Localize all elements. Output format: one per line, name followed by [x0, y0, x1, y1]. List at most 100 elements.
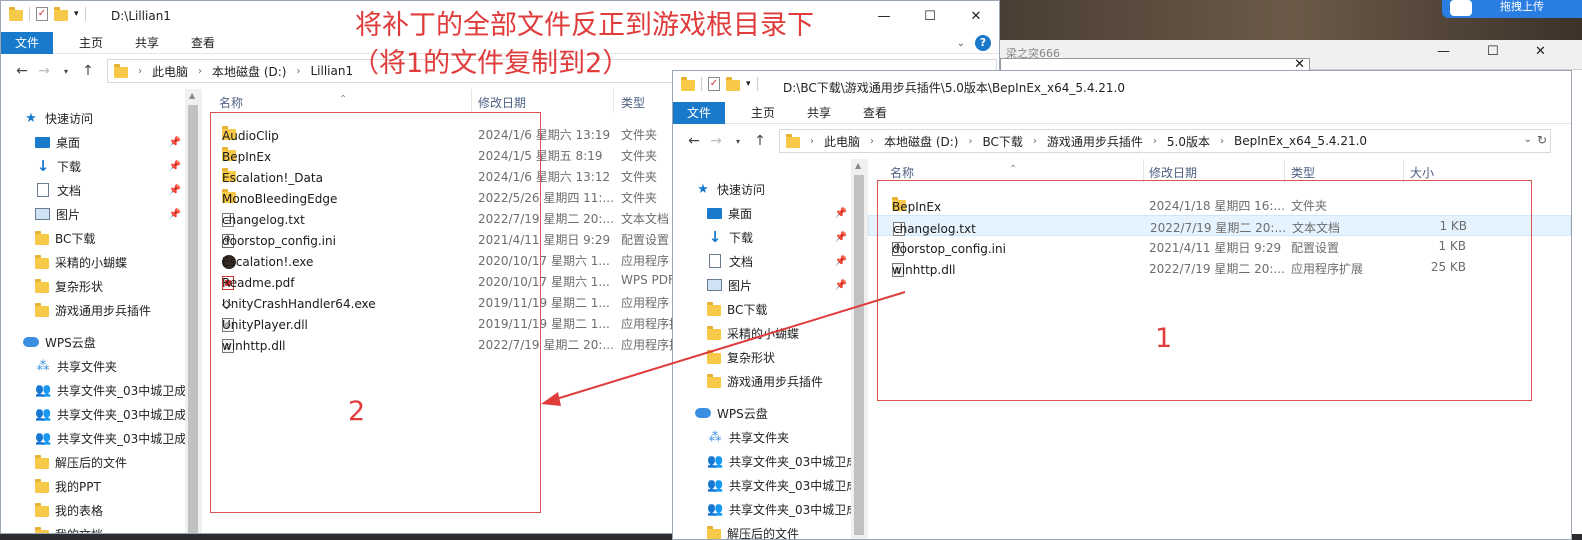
breadcrumb-drive-d[interactable]: 本地磁盘 (D:)	[212, 63, 286, 80]
sidebar-item[interactable]: 👥 共享文件夹_03中城卫成	[707, 497, 851, 521]
sidebar-item[interactable]: ⁂ 共享文件夹	[35, 354, 185, 378]
chevron-right-icon[interactable]: ›	[198, 66, 202, 77]
expand-ribbon-icon[interactable]: ⌄	[957, 38, 965, 49]
sidebar-item[interactable]: 我的PPT	[35, 474, 185, 498]
back-arrow-icon[interactable]: ←	[683, 133, 705, 149]
pin-icon[interactable]: 📌	[169, 161, 181, 172]
sidebar-item[interactable]: WPS云盘	[23, 330, 185, 354]
sidebar-item[interactable]: BC下载	[35, 226, 185, 250]
sidebar-item[interactable]: ★ 快速访问	[23, 106, 185, 130]
column-date[interactable]: 修改日期	[478, 94, 526, 111]
chevron-right-icon[interactable]: ›	[968, 136, 972, 147]
sidebar-item[interactable]: 我的表格	[35, 498, 185, 522]
sidebar-item[interactable]: 复杂形状	[35, 274, 185, 298]
pin-icon[interactable]: 📌	[835, 280, 847, 291]
upload-button[interactable]: 拖拽上传	[1442, 0, 1582, 18]
column-date[interactable]: 修改日期	[1149, 164, 1197, 181]
tab-home[interactable]: 主页	[725, 102, 791, 124]
breadcrumb-this-pc[interactable]: 此电脑	[824, 133, 860, 150]
recent-dropdown-icon[interactable]: ▾	[727, 137, 749, 146]
sidebar-item[interactable]: 👥 共享文件夹_03中城卫成	[707, 449, 851, 473]
sidebar-item[interactable]: 👥 共享文件夹_03中城卫成	[35, 426, 185, 450]
pin-icon[interactable]: 📌	[169, 185, 181, 196]
scrollbar-thumb[interactable]	[188, 105, 198, 533]
sidebar-item[interactable]: 文档 📌	[707, 249, 851, 273]
recent-dropdown-icon[interactable]: ▾	[55, 67, 77, 76]
address-dropdown-icon[interactable]: ⌄	[1524, 134, 1532, 145]
tab-view[interactable]: 查看	[847, 102, 903, 124]
nav-scrollbar[interactable]: ▲	[851, 159, 868, 539]
breadcrumb-lillian1[interactable]: Lillian1	[310, 64, 353, 78]
forward-arrow-icon[interactable]: →	[705, 133, 727, 149]
sidebar-item[interactable]: 复杂形状	[707, 345, 851, 369]
sidebar-item[interactable]: BC下载	[707, 297, 851, 321]
dropdown-icon[interactable]: ▾	[746, 79, 751, 89]
sidebar-item[interactable]: 图片 📌	[707, 273, 851, 297]
chevron-right-icon[interactable]: ›	[138, 66, 142, 77]
tab-share[interactable]: 共享	[119, 32, 175, 54]
chevron-right-icon[interactable]: ›	[1153, 136, 1157, 147]
sidebar-item[interactable]: 游戏通用步兵插件	[35, 298, 185, 322]
sidebar-item[interactable]: 桌面 📌	[707, 201, 851, 225]
pin-icon[interactable]: 📌	[169, 209, 181, 220]
scrollbar-thumb[interactable]	[854, 175, 864, 535]
refresh-icon[interactable]: ↻	[1537, 133, 1547, 147]
help-icon[interactable]: ?	[975, 35, 991, 51]
sidebar-item[interactable]: 👥 共享文件夹_03中城卫成	[707, 473, 851, 497]
breadcrumb-plugin[interactable]: 游戏通用步兵插件	[1047, 133, 1143, 150]
chevron-right-icon[interactable]: ›	[810, 136, 814, 147]
folder-icon[interactable]	[54, 6, 68, 21]
sidebar-item[interactable]: 采精的小蝴蝶	[35, 250, 185, 274]
column-divider[interactable]	[613, 89, 614, 113]
scroll-up-icon[interactable]: ▲	[855, 161, 861, 170]
breadcrumb-bc[interactable]: BC下载	[982, 133, 1022, 150]
column-divider[interactable]	[471, 89, 472, 113]
sidebar-item[interactable]: 👥 共享文件夹_03中城卫成	[35, 378, 185, 402]
sidebar-item[interactable]: 解压后的文件	[35, 450, 185, 474]
tab-home[interactable]: 主页	[53, 32, 119, 54]
column-name[interactable]: 名称	[890, 164, 914, 181]
pin-icon[interactable]: 📌	[835, 232, 847, 243]
close-button[interactable]: ✕	[953, 1, 999, 31]
up-arrow-icon[interactable]: ↑	[77, 63, 99, 79]
background-close-button[interactable]: ✕	[1535, 44, 1546, 59]
tab-file[interactable]: 文件	[673, 101, 726, 124]
chevron-right-icon[interactable]: ›	[1033, 136, 1037, 147]
scroll-up-icon[interactable]: ▲	[189, 91, 195, 100]
sidebar-item[interactable]: ★ 快速访问	[695, 177, 851, 201]
dropdown-icon[interactable]: ▾	[74, 9, 79, 19]
nav-scrollbar[interactable]: ▲	[185, 89, 202, 533]
breadcrumb-this-pc[interactable]: 此电脑	[152, 63, 188, 80]
address-field[interactable]: › 此电脑 › 本地磁盘 (D:) › BC下载 › 游戏通用步兵插件 › 5.…	[779, 129, 1551, 153]
forward-arrow-icon[interactable]: →	[33, 63, 55, 79]
folder-icon[interactable]	[726, 76, 740, 91]
minimize-button[interactable]: —	[861, 1, 907, 31]
sidebar-item[interactable]: 文档 📌	[35, 178, 185, 202]
sidebar-item[interactable]: 解压后的文件	[707, 521, 851, 539]
up-arrow-icon[interactable]: ↑	[749, 133, 771, 149]
sidebar-item[interactable]: 桌面 📌	[35, 130, 185, 154]
chevron-right-icon[interactable]: ›	[1220, 136, 1224, 147]
back-arrow-icon[interactable]: ←	[11, 63, 33, 79]
tab-view[interactable]: 查看	[175, 32, 231, 54]
breadcrumb-bepinex[interactable]: BepInEx_x64_5.4.21.0	[1234, 134, 1367, 148]
sidebar-item[interactable]: WPS云盘	[695, 401, 851, 425]
sidebar-item[interactable]: 👥 共享文件夹_03中城卫成	[35, 402, 185, 426]
breadcrumb-version[interactable]: 5.0版本	[1167, 133, 1210, 150]
sidebar-item[interactable]: 图片 📌	[35, 202, 185, 226]
sidebar-item[interactable]: 采精的小蝴蝶	[707, 321, 851, 345]
chevron-right-icon[interactable]: ›	[870, 136, 874, 147]
pin-icon[interactable]: 📌	[835, 256, 847, 267]
maximize-button[interactable]: ☐	[907, 1, 953, 31]
background-maximize-button[interactable]: ☐	[1487, 44, 1499, 59]
checkbox-icon[interactable]: ✓	[708, 77, 720, 91]
pin-icon[interactable]: 📌	[835, 208, 847, 219]
column-size[interactable]: 大小	[1410, 164, 1434, 181]
pin-icon[interactable]: 📌	[169, 137, 181, 148]
checkbox-icon[interactable]: ✓	[36, 7, 48, 21]
chevron-right-icon[interactable]: ›	[296, 66, 300, 77]
sidebar-item[interactable]: ↓ 下载 📌	[707, 225, 851, 249]
column-name[interactable]: 名称	[219, 94, 243, 111]
tab-file[interactable]: 文件	[1, 31, 54, 54]
sidebar-item[interactable]: 我的文档	[35, 522, 185, 533]
